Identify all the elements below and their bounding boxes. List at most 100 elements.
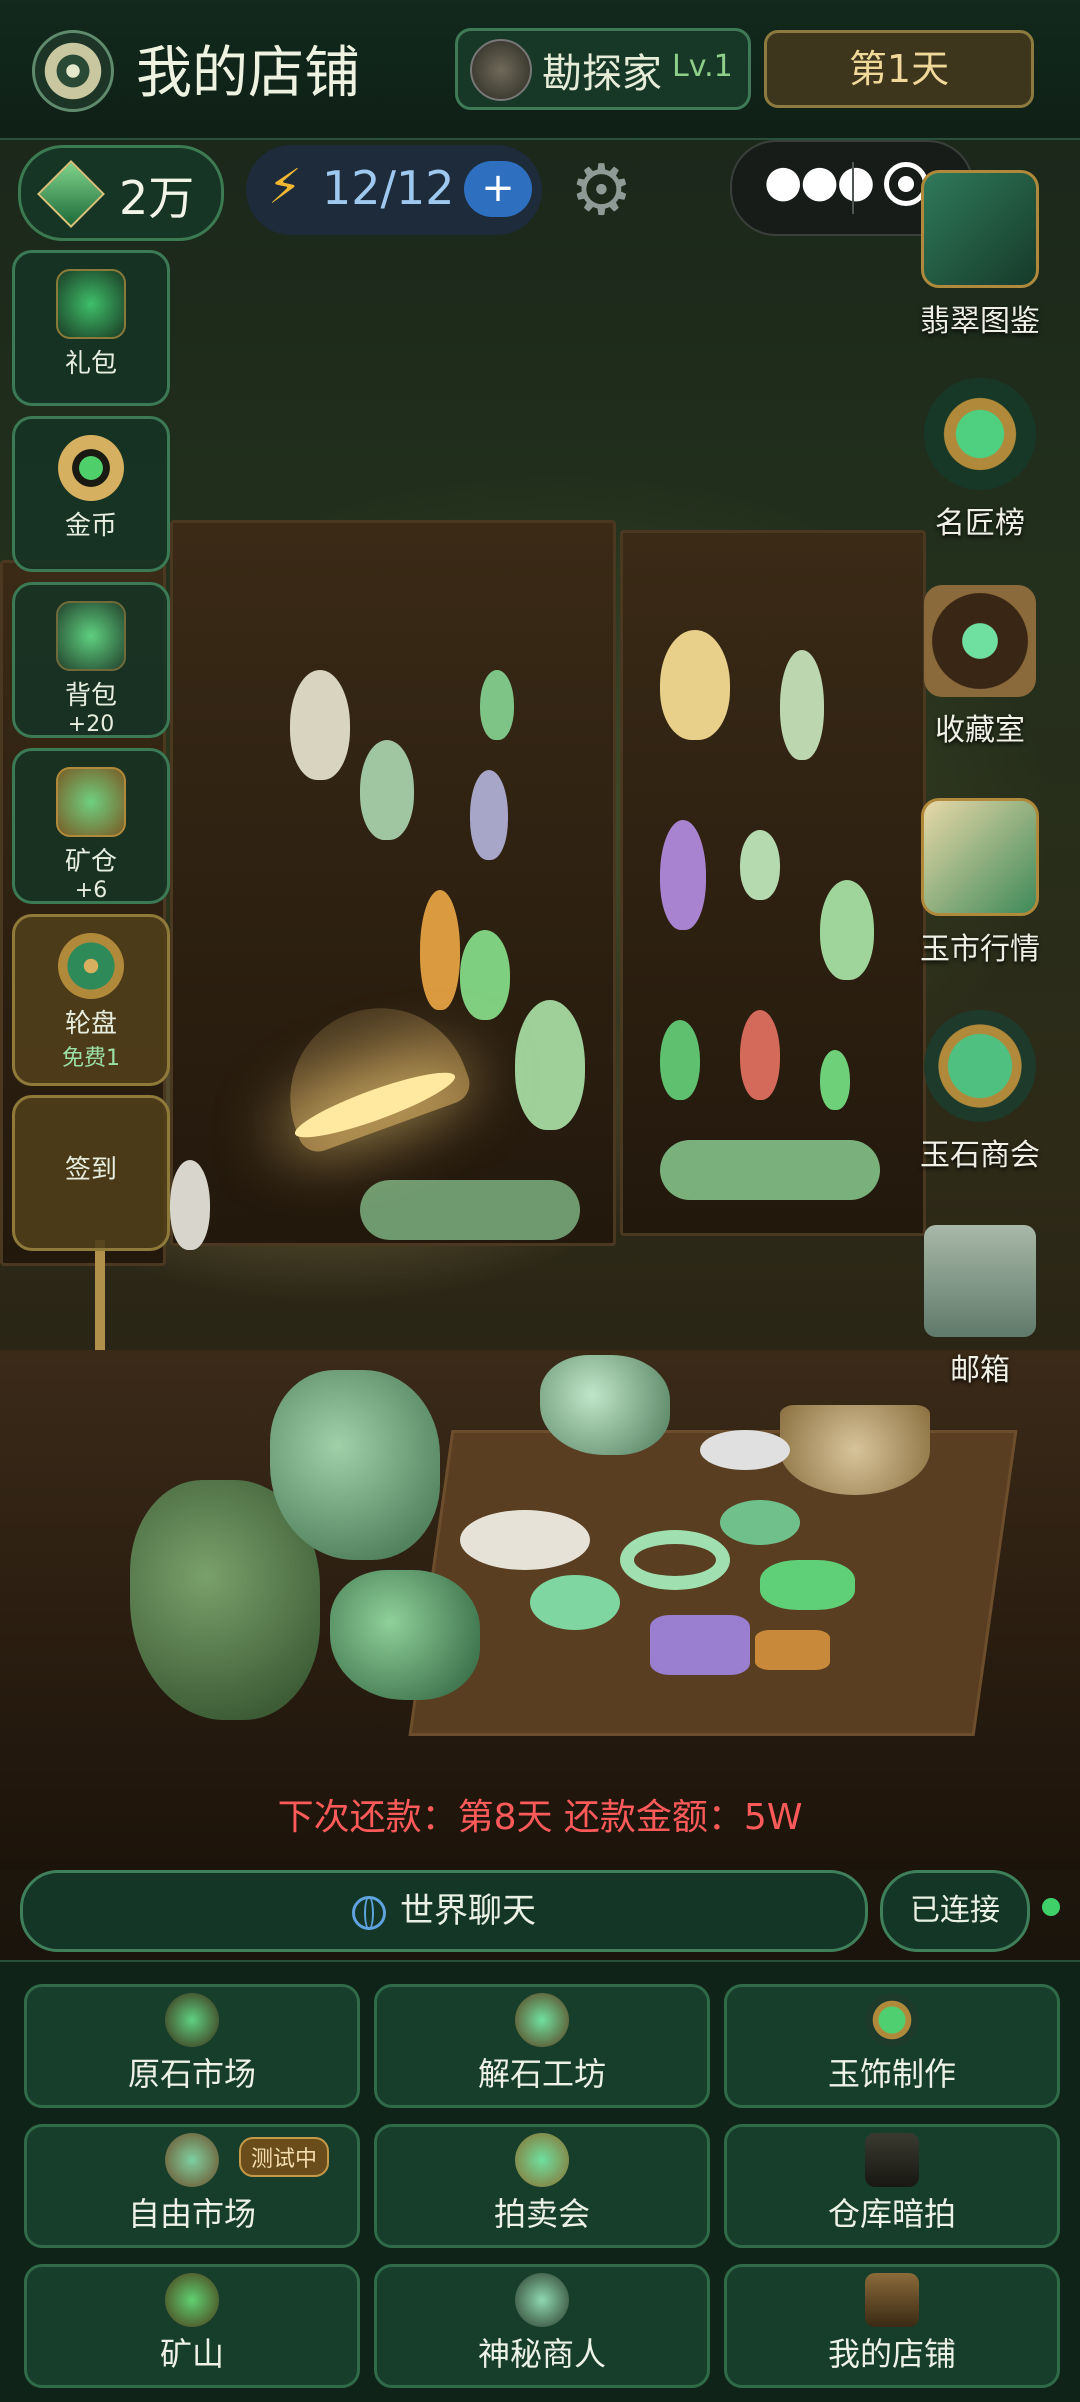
energy-value: 12/12 (322, 161, 455, 215)
jade-pendant (820, 880, 874, 980)
menu-my-shop[interactable]: 我的店铺 (724, 2264, 1060, 2388)
left-checkin-button[interactable]: 签到 (12, 1095, 170, 1251)
gear-icon[interactable]: ⚙ (570, 150, 633, 230)
jade-figurine (470, 770, 508, 860)
jade-cabochon (720, 1500, 800, 1545)
cutting-wheel-icon (515, 1993, 569, 2047)
rough-stone-icon (165, 1993, 219, 2047)
jade-cabochon (530, 1575, 620, 1630)
jade-ornament-icon (865, 1993, 919, 2047)
bottom-menu: 原石市场 解石工坊 玉饰制作 自由市场 测试中 拍卖会 仓库暗拍 矿山 神秘商人… (0, 1960, 1080, 2402)
menu-label: 原石市场 (127, 2055, 256, 2093)
right-market-trend-button[interactable]: 玉市行情 (890, 798, 1070, 968)
lavender-jade (650, 1615, 750, 1675)
menu-label: 解石工坊 (477, 2055, 606, 2093)
menu-stone-cutting-workshop[interactable]: 解石工坊 (374, 1984, 710, 2108)
right-button-label: 名匠榜 (935, 506, 1025, 541)
menu-mysterious-merchant[interactable]: 神秘商人 (374, 2264, 710, 2388)
right-jade-guild-button[interactable]: 玉石商会 (890, 1010, 1070, 1174)
menu-label: 仓库暗拍 (827, 2195, 956, 2233)
left-button-label: 签到 (64, 1155, 117, 1185)
left-backpack-button[interactable]: 背包 +20 (12, 582, 170, 738)
jade-pendant (290, 670, 350, 780)
jade-pendant (360, 740, 414, 840)
right-jade-catalog-button[interactable]: 翡翠图鉴 (890, 170, 1070, 340)
jade-gem-icon (37, 160, 105, 228)
left-coins-button[interactable]: 金币 (12, 416, 170, 572)
menu-mine[interactable]: 矿山 (24, 2264, 360, 2388)
money-display[interactable]: 2万 (18, 145, 224, 241)
left-button-label: 礼包 (64, 349, 117, 379)
rank-name: 勘探家 (542, 51, 662, 97)
jade-row (360, 1180, 580, 1240)
right-button-label: 玉石商会 (920, 1138, 1040, 1173)
left-gift-pack-button[interactable]: 礼包 (12, 250, 170, 406)
right-button-label: 邮箱 (950, 1353, 1010, 1388)
more-dots-icon[interactable]: ●●● (764, 156, 875, 207)
player-rank-badge[interactable]: 勘探家 Lv.1 (455, 28, 751, 110)
day-counter[interactable]: 第1天 (764, 30, 1034, 108)
repayment-notice: 下次还款：第8天 还款金额：5W (277, 1797, 803, 1838)
jade-pendant (660, 1020, 700, 1100)
right-collection-button[interactable]: 收藏室 (890, 585, 1070, 749)
left-roulette-button[interactable]: 轮盘 免费1 (12, 914, 170, 1086)
add-energy-button[interactable]: + (464, 161, 532, 217)
shop-icon (865, 2273, 919, 2327)
menu-label: 我的店铺 (827, 2335, 956, 2373)
jade-pendant (740, 1010, 780, 1100)
testing-badge: 测试中 (239, 2137, 330, 2177)
menu-label: 玉饰制作 (827, 2055, 956, 2093)
rough-jade-stone (270, 1370, 440, 1560)
trophy-icon (924, 378, 1036, 490)
rank-level: Lv.1 (672, 49, 733, 84)
page-title: 我的店铺 (136, 41, 360, 106)
jade-pendant (480, 670, 514, 740)
left-button-label: 矿仓 (64, 847, 117, 877)
right-button-label: 玉市行情 (920, 932, 1040, 967)
left-mine-storage-button[interactable]: 矿仓 +6 (12, 748, 170, 904)
menu-free-market[interactable]: 自由市场 测试中 (24, 2124, 360, 2248)
avatar (470, 39, 532, 101)
ore-chest-icon (56, 767, 126, 837)
roulette-wheel-icon (58, 933, 124, 999)
warehouse-box-icon (865, 2133, 919, 2187)
online-status-dot (1042, 1898, 1060, 1916)
menu-label: 神秘商人 (477, 2335, 606, 2373)
jade-pendant (460, 930, 510, 1020)
menu-label: 矿山 (159, 2335, 224, 2373)
connection-status-button[interactable]: 已连接 (880, 1870, 1030, 1952)
menu-warehouse-blind-auction[interactable]: 仓库暗拍 (724, 2124, 1060, 2248)
jade-buddha (660, 630, 730, 740)
energy-display: ⚡ 12/12 + (246, 145, 542, 235)
jade-medallion-icon (924, 1010, 1036, 1122)
globe-icon (352, 1895, 386, 1930)
capsule-divider (852, 162, 854, 214)
right-button-label: 收藏室 (935, 713, 1025, 748)
menu-auction[interactable]: 拍卖会 (374, 2124, 710, 2248)
mail-envelope-icon (924, 1225, 1036, 1337)
menu-jade-crafting[interactable]: 玉饰制作 (724, 1984, 1060, 2108)
book-icon (921, 170, 1039, 288)
white-jade-disc (460, 1510, 590, 1570)
treasure-chest-icon (56, 269, 126, 339)
jade-pendant (740, 830, 780, 900)
menu-label: 拍卖会 (493, 2195, 590, 2233)
jade-coin-logo-icon[interactable] (32, 30, 114, 112)
menu-rough-stone-market[interactable]: 原石市场 (24, 1984, 360, 2108)
world-chat-button[interactable]: 世界聊天 (20, 1870, 868, 1952)
mine-icon (165, 2273, 219, 2327)
jade-figurine (420, 890, 460, 1010)
right-master-rank-button[interactable]: 名匠榜 (890, 378, 1070, 542)
display-shelf-left (170, 520, 616, 1246)
left-button-label: 轮盘 (64, 1009, 117, 1039)
white-bangle (700, 1430, 790, 1470)
jade-pendant (820, 1050, 850, 1110)
money-value: 2万 (119, 171, 195, 225)
jade-pendant (170, 1160, 210, 1250)
lightning-icon: ⚡ (268, 159, 302, 215)
right-mailbox-button[interactable]: 邮箱 (890, 1225, 1070, 1389)
jade-pendant (660, 820, 706, 930)
display-cabinet-icon (924, 585, 1036, 697)
left-button-sub: +6 (74, 878, 108, 903)
left-button-label: 金币 (64, 511, 117, 541)
